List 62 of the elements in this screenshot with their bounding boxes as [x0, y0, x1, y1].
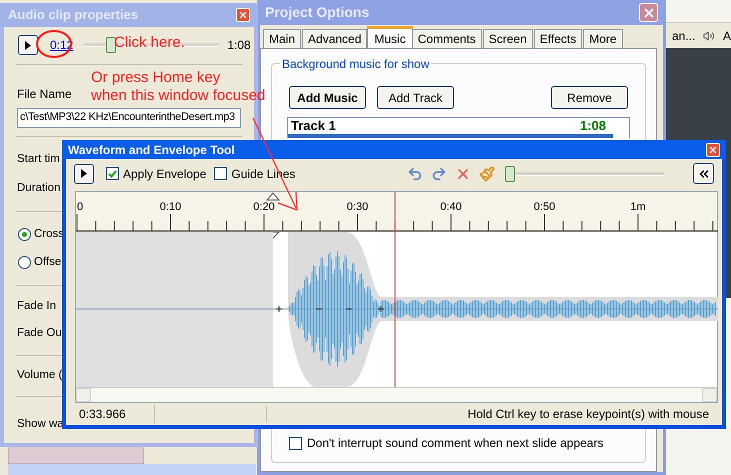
- field-label: Volume (: [17, 368, 62, 384]
- field-label: Start tim: [17, 152, 60, 167]
- radio-button[interactable]: [18, 228, 31, 241]
- annotation-text: Or press Home key: [91, 68, 220, 88]
- checkbox[interactable]: [214, 167, 228, 180]
- close-button[interactable]: [706, 142, 720, 156]
- marker-icon[interactable]: [266, 192, 280, 201]
- window-title: Audio clip properties: [8, 6, 138, 24]
- play-button[interactable]: [74, 164, 94, 184]
- checkbox[interactable]: [106, 167, 119, 180]
- field-label: Duration: [17, 180, 60, 196]
- ruler-label: 0:50: [534, 201, 556, 214]
- tab[interactable]: More: [583, 29, 623, 48]
- undo-icon[interactable]: [407, 166, 423, 182]
- close-icon: [708, 144, 718, 154]
- toolbar-button[interactable]: Add Track: [377, 86, 454, 109]
- radio-button[interactable]: [18, 256, 31, 270]
- toolbar-text: A: [722, 28, 731, 44]
- close-button[interactable]: [236, 8, 250, 22]
- window-title: Project Options: [265, 3, 370, 22]
- time-readout: 0:33.966: [75, 405, 155, 424]
- tab[interactable]: Music: [367, 26, 413, 48]
- play-button[interactable]: [18, 35, 38, 56]
- close-icon: [238, 10, 248, 20]
- tab[interactable]: Advanced: [302, 29, 368, 48]
- field-label: Fade In: [17, 299, 56, 314]
- ruler-label: 0: [77, 201, 84, 214]
- tab[interactable]: Screen: [482, 29, 533, 48]
- ruler-label: 0:20: [253, 201, 275, 214]
- tab[interactable]: Comments: [412, 29, 482, 48]
- close-button[interactable]: [639, 3, 658, 22]
- playhead-line: [394, 192, 396, 232]
- checkbox[interactable]: [289, 436, 302, 450]
- field-label: File Name: [17, 86, 72, 103]
- ruler-label: 0:40: [440, 201, 462, 214]
- status-hint: Hold Ctrl key to erase keypoint(s) with mouse: [468, 406, 710, 424]
- radio-label: Offse: [34, 255, 62, 270]
- ruler-label: 1m: [630, 201, 646, 214]
- toolbar-text: an...: [672, 28, 696, 44]
- speaker-icon[interactable]: [703, 28, 715, 42]
- duration-label: 1:08: [227, 37, 251, 54]
- play-icon: [81, 169, 87, 178]
- window-title: Waveform and Envelope Tool: [68, 142, 235, 158]
- track-duration: 1:08: [580, 118, 606, 136]
- checkbox-label: Apply Envelope: [123, 166, 206, 183]
- ruler-label: 0:10: [160, 201, 182, 214]
- slider-thumb[interactable]: [505, 166, 515, 182]
- checkbox-label: Don't interrupt sound comment when next slide appears: [307, 435, 604, 452]
- close-icon: [642, 6, 656, 20]
- tab[interactable]: Main: [263, 29, 302, 48]
- toolbar-button[interactable]: Add Music: [289, 86, 366, 109]
- ruler-label: 0:30: [346, 201, 368, 214]
- annotation-text: when this window focused: [91, 86, 266, 106]
- toolbar-button[interactable]: Remove: [551, 86, 628, 109]
- file-name-field[interactable]: c\Test\MP3\22 KHz\EncounterintheDesert.mp3: [17, 108, 241, 128]
- slider-thumb[interactable]: [106, 37, 116, 54]
- field-label: Fade Ou: [17, 326, 62, 341]
- redo-icon[interactable]: [431, 166, 447, 182]
- play-icon: [25, 40, 31, 50]
- collapse-button[interactable]: [693, 163, 714, 184]
- tab[interactable]: Effects: [534, 29, 582, 48]
- track-name: Track 1: [291, 118, 336, 136]
